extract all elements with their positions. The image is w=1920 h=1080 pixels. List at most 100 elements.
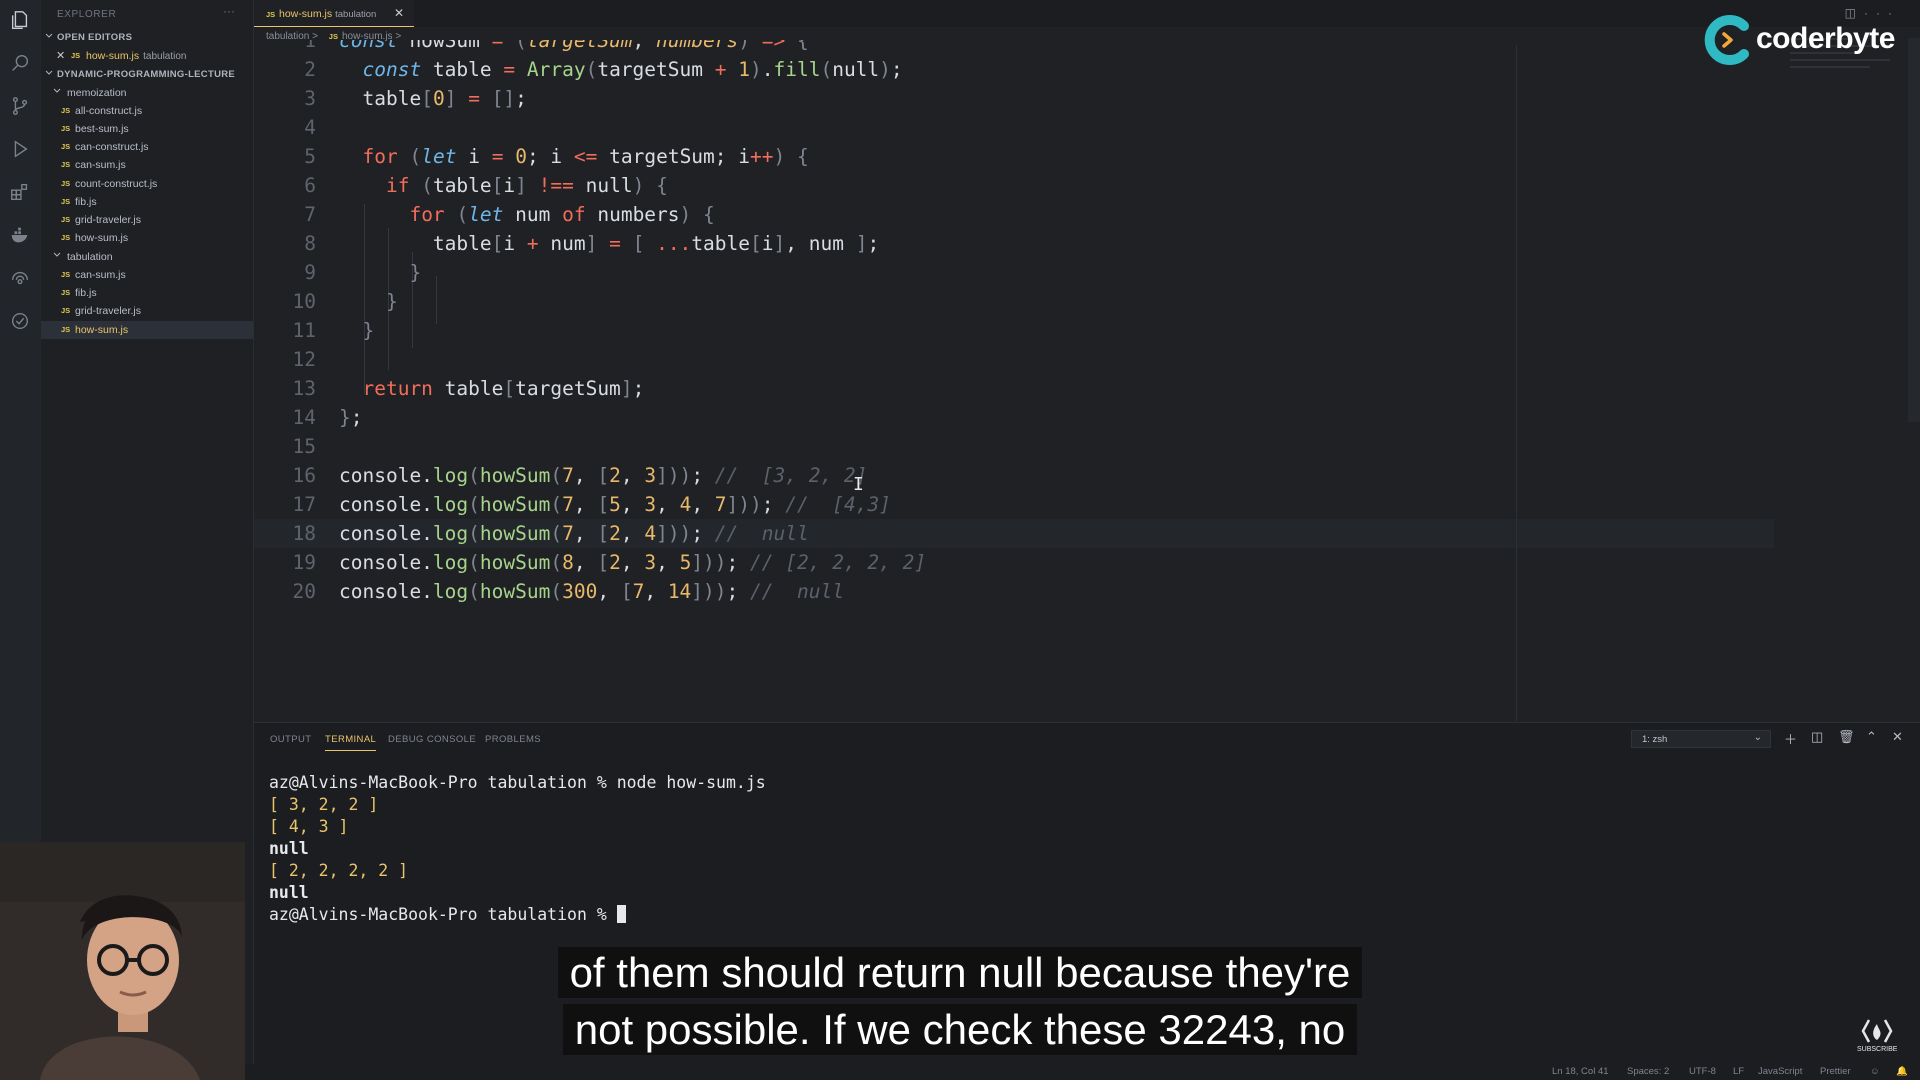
code-line: 8 table[i + num] = [ ...table[i], num ]; <box>304 232 880 255</box>
editor-scrollbar[interactable] <box>1908 38 1920 422</box>
maximize-panel-icon[interactable]: ⌃ <box>1866 729 1877 745</box>
encoding[interactable]: UTF-8 <box>1689 1066 1716 1077</box>
file-item[interactable]: JS all-construct.js <box>41 102 253 120</box>
status-bar: Ln 18, Col 41 Spaces: 2 UTF-8 LF JavaScr… <box>0 1064 1920 1080</box>
code-line: 5 for (let i = 0; i <= targetSum; i++) { <box>304 145 809 168</box>
cursor-position[interactable]: Ln 18, Col 41 <box>1552 1066 1609 1077</box>
js-file-icon: JS <box>266 10 276 19</box>
tab-how-sum[interactable]: JS how-sum.js tabulation ✕ <box>254 0 414 27</box>
terminal-line: null <box>269 839 309 858</box>
formatter[interactable]: Prettier <box>1820 1066 1851 1077</box>
file-item[interactable]: JS can-sum.js <box>41 156 253 174</box>
file-item[interactable]: JS count-construct.js <box>41 175 253 193</box>
more-actions-icon[interactable]: ··· <box>223 4 235 18</box>
file-item[interactable]: JS fib.js <box>41 284 253 302</box>
subtitle-line: not possible. If we check these 32243, n… <box>562 1004 1358 1055</box>
file-item[interactable]: JS can-construct.js <box>41 138 253 156</box>
terminal-line: az@Alvins-MacBook-Pro tabulation % node … <box>269 773 766 792</box>
js-file-icon: JS <box>61 142 71 151</box>
js-file-icon: JS <box>61 215 71 224</box>
docker-icon[interactable] <box>9 224 31 246</box>
code-editor[interactable]: 1 const howSum = (targetSum, numbers) => … <box>254 40 1774 720</box>
terminal-line: [ 4, 3 ] <box>269 817 349 836</box>
folder-tabulation[interactable]: tabulation <box>41 248 253 266</box>
js-file-icon: JS <box>71 51 81 60</box>
extensions-icon[interactable] <box>9 181 31 203</box>
code-line-current: 18 console.log(howSum(7, [2, 4])); // nul… <box>254 519 1774 548</box>
file-item[interactable]: JS can-sum.js <box>41 266 253 284</box>
chevron-down-icon <box>45 70 53 75</box>
project-section[interactable]: DYNAMIC-PROGRAMMING-LECTURE <box>41 66 253 84</box>
code-line: 15 <box>292 435 316 458</box>
remote-icon[interactable] <box>9 267 31 289</box>
tab-terminal[interactable]: TERMINAL <box>325 734 377 751</box>
code-line: 14}; <box>292 406 363 429</box>
test-icon[interactable] <box>9 310 31 332</box>
file-item[interactable]: JS best-sum.js <box>41 120 253 138</box>
chevron-down-icon <box>45 33 53 38</box>
line-ending[interactable]: LF <box>1733 1066 1744 1077</box>
code-line: 13 return table[targetSum]; <box>292 377 645 400</box>
tab-output[interactable]: OUTPUT <box>270 734 311 745</box>
chevron-down-icon: ⌄ <box>1753 732 1762 743</box>
code-line: 17 console.log(howSum(7, [5, 3, 4, 7])); … <box>292 493 891 516</box>
code-line: 12 <box>292 348 316 371</box>
code-line: 20 console.log(howSum(300, [7, 14])); // … <box>292 580 844 603</box>
indentation[interactable]: Spaces: 2 <box>1627 1066 1669 1077</box>
terminal-select[interactable]: 1: zsh ⌄ <box>1631 730 1771 748</box>
files-icon[interactable] <box>9 9 31 31</box>
js-file-icon: JS <box>61 124 71 133</box>
terminal-caret <box>616 905 626 923</box>
terminal-line: [ 2, 2, 2, 2 ] <box>269 861 409 880</box>
code-line: 16 console.log(howSum(7, [2, 3])); // [3,… <box>292 464 868 487</box>
code-line: 2 const table = Array(targetSum + 1).fil… <box>304 58 903 81</box>
js-file-icon: JS <box>61 106 71 115</box>
file-item[interactable]: JS fib.js <box>41 193 253 211</box>
close-icon[interactable]: ✕ <box>394 6 404 20</box>
chevron-down-icon <box>53 252 61 257</box>
close-icon[interactable]: ✕ <box>56 49 65 62</box>
code-line: 10 } <box>292 290 398 313</box>
code-line: 11 } <box>292 319 375 342</box>
terminal-line: null <box>269 883 309 902</box>
bell-icon[interactable]: 🔔 <box>1896 1066 1908 1077</box>
folder-memoization[interactable]: memoization <box>41 84 253 102</box>
ruler-line <box>1516 45 1517 721</box>
js-file-icon: JS <box>61 325 71 334</box>
terminal-line: [ 3, 2, 2 ] <box>269 795 379 814</box>
code-line: 9 } <box>304 261 422 284</box>
coderbyte-logo-icon <box>1704 15 1749 65</box>
close-panel-icon[interactable]: ✕ <box>1892 729 1903 745</box>
tab-problems[interactable]: PROBLEMS <box>485 734 541 745</box>
run-debug-icon[interactable] <box>9 138 31 160</box>
file-item[interactable]: JS grid-traveler.js <box>41 211 253 229</box>
code-line: 3 table[0] = []; <box>304 87 527 110</box>
js-file-icon: JS <box>61 197 71 206</box>
presenter-image <box>0 842 245 1080</box>
file-item-active[interactable]: JS how-sum.js <box>41 321 253 339</box>
new-terminal-icon[interactable]: ＋ <box>1784 729 1797 748</box>
terminal-output[interactable]: az@Alvins-MacBook-Pro tabulation % node … <box>269 772 766 926</box>
tab-debug-console[interactable]: DEBUG CONSOLE <box>388 734 476 745</box>
trash-icon[interactable]: 🗑 <box>1838 729 1855 745</box>
feedback-icon[interactable]: ☺ <box>1870 1066 1880 1077</box>
language-mode[interactable]: JavaScript <box>1758 1066 1802 1077</box>
split-terminal-icon[interactable]: ◫ <box>1811 729 1823 745</box>
file-item[interactable]: JS grid-traveler.js <box>41 302 253 320</box>
code-line: 7 for (let num of numbers) { <box>304 203 715 226</box>
open-editor-item[interactable]: ✕ JS how-sum.js tabulation <box>41 47 253 65</box>
code-line: 19 console.log(howSum(8, [2, 3, 5])); // … <box>292 551 927 574</box>
source-control-icon[interactable] <box>9 95 31 117</box>
subscribe-label[interactable]: SUBSCRIBE <box>1857 1046 1897 1053</box>
js-file-icon: JS <box>61 160 71 169</box>
search-icon[interactable] <box>9 52 31 74</box>
file-item[interactable]: JS how-sum.js <box>41 229 253 247</box>
terminal-line: az@Alvins-MacBook-Pro tabulation % <box>269 904 766 926</box>
js-file-icon: JS <box>61 270 71 279</box>
js-file-icon: JS <box>61 233 71 242</box>
open-editors-section[interactable]: OPEN EDITORS <box>41 29 253 47</box>
chevron-down-icon <box>53 88 61 93</box>
code-line: 1 const howSum = (targetSum, numbers) => … <box>304 40 809 52</box>
js-file-icon: JS <box>61 306 71 315</box>
js-file-icon: JS <box>61 179 71 188</box>
